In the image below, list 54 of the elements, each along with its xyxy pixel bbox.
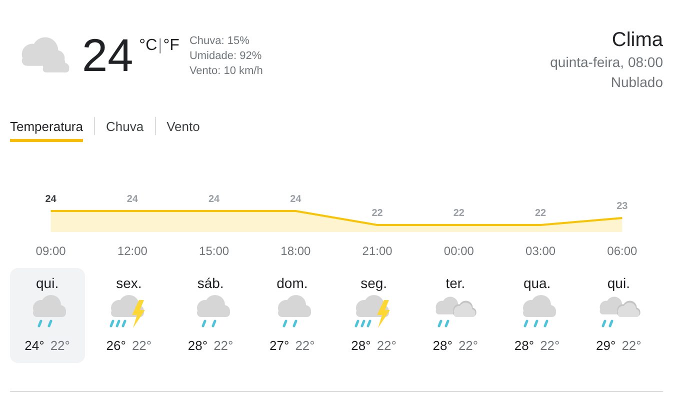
tab[interactable]: Temperatura (10, 114, 83, 142)
time-label: 03:00 (526, 243, 556, 260)
time-label: 12:00 (117, 243, 148, 260)
day-label: qui. (36, 274, 59, 293)
weather-detail: Vento: 10 km/h (189, 64, 263, 79)
day-forecast[interactable]: qui. 24° 22° (10, 268, 85, 363)
day-label: sáb. (197, 274, 224, 293)
high-temperature: 28° (514, 337, 534, 355)
temperature-label: 24 (45, 194, 56, 205)
time-label: 21:00 (362, 243, 392, 260)
weather-detail: Chuva: 15% (189, 34, 250, 49)
weather-detail: Umidade: 92% (189, 49, 263, 64)
time-label: 09:00 (36, 243, 66, 260)
widget-title: Clima (612, 28, 663, 52)
temperature-label: 23 (616, 201, 628, 212)
high-temperature: 26° (106, 337, 126, 355)
low-temperature: 22° (214, 337, 234, 355)
date-time: quinta-feira, 08:00 (550, 53, 663, 72)
high-temperature: 24° (24, 337, 44, 355)
tab[interactable]: Vento (166, 114, 200, 142)
day-label: sex. (116, 274, 142, 293)
high-temperature: 28° (188, 337, 208, 355)
day-label: qua. (523, 274, 551, 293)
time-label: 15:00 (199, 243, 230, 260)
current-temperature: 24 (82, 32, 134, 78)
temperature-label: 24 (126, 194, 138, 205)
time-label: 18:00 (280, 243, 311, 260)
low-temperature: 22° (295, 337, 315, 355)
high-temperature: 28° (351, 337, 371, 355)
temperature-label: 22 (535, 208, 546, 219)
tab[interactable]: Chuva (106, 114, 144, 142)
low-temperature: 22° (622, 337, 642, 355)
day-label: dom. (276, 274, 308, 293)
temperature-label: 22 (453, 208, 464, 219)
low-temperature: 22° (50, 337, 70, 355)
time-label: 00:00 (444, 243, 474, 260)
low-temperature: 22° (540, 337, 560, 355)
unit-separator: | (158, 36, 162, 56)
celsius-toggle[interactable]: °C (139, 34, 158, 58)
low-temperature: 22° (132, 337, 152, 355)
low-temperature: 22° (458, 337, 478, 355)
day-label: qui. (607, 274, 630, 293)
day-label: seg. (360, 274, 388, 293)
temperature-label: 24 (208, 194, 220, 205)
high-temperature: 28° (432, 337, 452, 355)
low-temperature: 22° (376, 337, 396, 355)
day-label: ter. (446, 274, 466, 293)
temperature-label: 22 (372, 208, 383, 219)
high-temperature: 27° (270, 337, 290, 355)
condition: Nublado (610, 73, 663, 92)
high-temperature: 29° (596, 337, 616, 355)
fahrenheit-toggle[interactable]: °F (163, 34, 180, 58)
time-label: 06:00 (607, 243, 638, 260)
temperature-label: 24 (290, 194, 302, 205)
